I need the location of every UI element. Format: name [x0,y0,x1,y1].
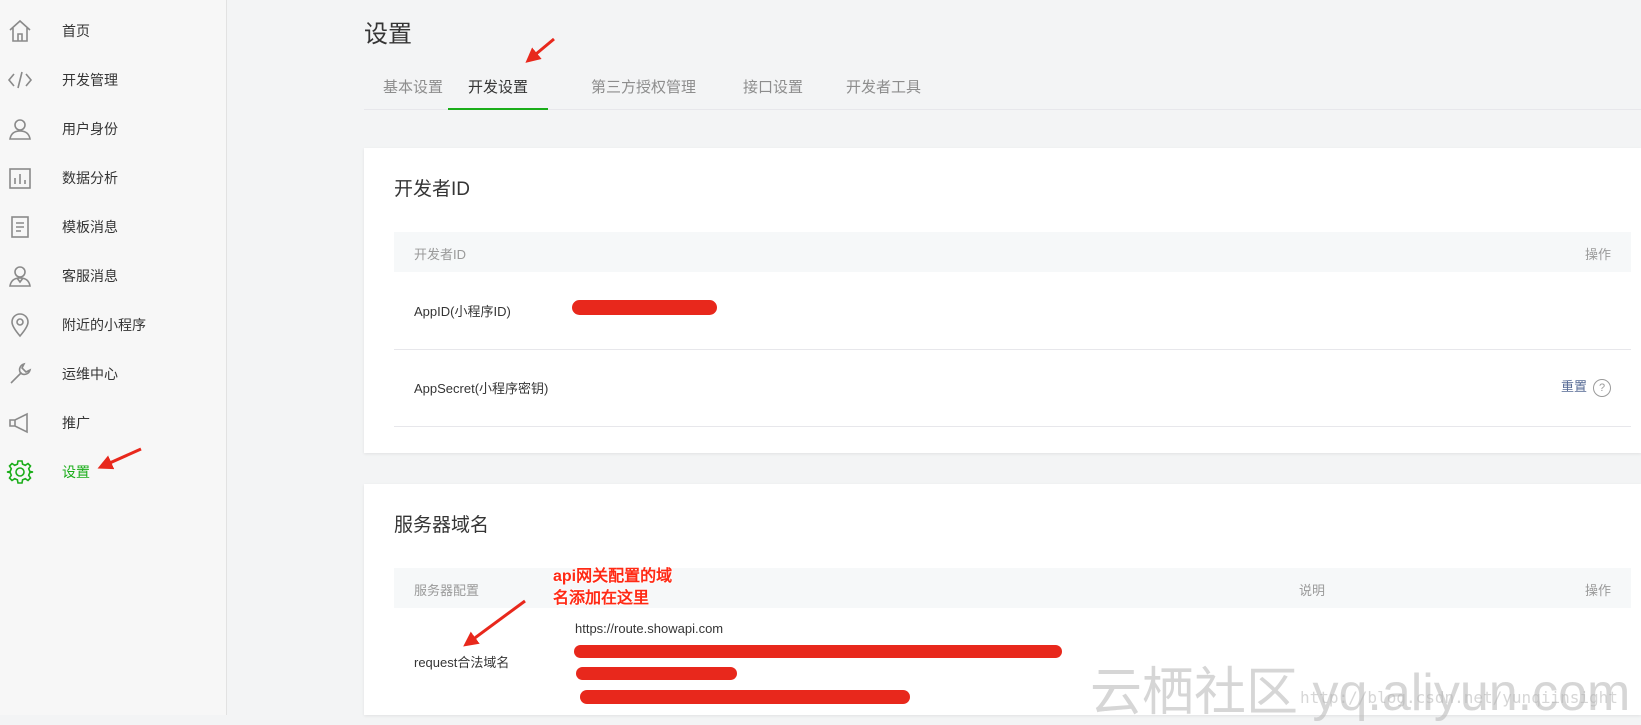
reset-action: 重置? [1561,376,1611,397]
sidebar-item-label: 模板消息 [62,219,118,235]
tab-dev-tools[interactable]: 开发者工具 [846,68,921,108]
document-icon [11,216,29,238]
gear-icon [6,460,34,484]
request-domain-label: request合法域名 [414,655,510,670]
sidebar-item-label: 设置 [62,464,90,480]
col-developer-id: 开发者ID [414,247,467,262]
request-domain-first: https://route.showapi.com [575,621,724,636]
customer-service-icon [9,266,31,287]
sidebar-item-ops-center[interactable]: 运维中心 [0,349,226,399]
tab-api-settings[interactable]: 接口设置 [743,68,803,108]
tab-dev-settings[interactable]: 开发设置 [448,68,549,110]
appid-redaction [572,300,717,315]
developer-id-title: 开发者ID [394,179,471,200]
col-action: 操作 [1584,247,1611,262]
sidebar-item-label: 开发管理 [62,72,118,88]
sidebar-item-customer-msg[interactable]: 客服消息 [0,251,226,301]
home-icon [9,19,31,42]
appid-label: AppID(小程序ID) [414,304,511,319]
sidebar-item-data-analysis[interactable]: 数据分析 [0,153,226,203]
bar-chart-icon [9,168,31,189]
help-icon[interactable]: ? [1593,378,1611,397]
sidebar-item-label: 数据分析 [62,170,118,186]
annotation-note: api网关配置的域 名添加在这里 [553,566,672,610]
watermark-sub: http://blog.csdn.net/yunqiinsight [1300,688,1618,707]
tab-third-party-auth[interactable]: 第三方授权管理 [591,68,696,108]
developer-id-card: 开发者ID 开发者ID 操作 AppID(小程序ID) AppSecret(小程… [364,148,1641,453]
sidebar-item-settings[interactable]: 设置 [0,447,226,497]
reset-link[interactable]: 重置 [1561,379,1587,394]
sidebar-item-nearby[interactable]: 附近的小程序 [0,300,226,350]
annotation-line: api网关配置的域 [553,568,673,585]
sidebar-item-label: 推广 [62,415,90,431]
settings-tabs: 基本设置 开发设置 第三方授权管理 接口设置 开发者工具 [364,68,1641,110]
col-server-config: 服务器配置 [414,583,480,598]
location-pin-icon [11,313,29,338]
domain-redaction [580,690,910,704]
domain-redaction [574,645,1062,658]
sidebar-item-promotion[interactable]: 推广 [0,398,226,448]
megaphone-icon [9,412,28,434]
col-action: 操作 [1584,583,1611,598]
domain-redaction [576,667,737,680]
sidebar-item-template-msg[interactable]: 模板消息 [0,202,226,252]
sidebar-item-label: 首页 [62,23,90,39]
code-icon [7,71,33,89]
sidebar: 首页 开发管理 用户身份 数据分析 模板消息 客服消息 附近的小程序 运维中心 … [0,0,227,715]
table-row: AppSecret(小程序密钥) 重置? [394,349,1631,427]
sidebar-item-home[interactable]: 首页 [0,6,226,56]
sidebar-item-label: 运维中心 [62,366,118,382]
col-description: 说明 [1299,583,1326,598]
sidebar-item-dev-management[interactable]: 开发管理 [0,55,226,105]
user-icon [9,119,31,140]
page-title: 设置 [364,21,412,48]
annotation-line: 名添加在这里 [553,590,650,607]
tab-basic-settings[interactable]: 基本设置 [383,68,443,108]
sidebar-item-label: 客服消息 [62,268,118,284]
arrow-to-dev-tab [525,37,555,63]
sidebar-item-user-identity[interactable]: 用户身份 [0,104,226,154]
sidebar-item-label: 附近的小程序 [62,317,146,333]
table-row: AppID(小程序ID) [394,272,1631,350]
wrench-icon [10,362,32,384]
developer-id-table-header: 开发者ID 操作 [394,232,1631,272]
server-domain-title: 服务器域名 [394,515,490,536]
appsecret-label: AppSecret(小程序密钥) [414,381,549,396]
sidebar-item-label: 用户身份 [62,121,118,137]
